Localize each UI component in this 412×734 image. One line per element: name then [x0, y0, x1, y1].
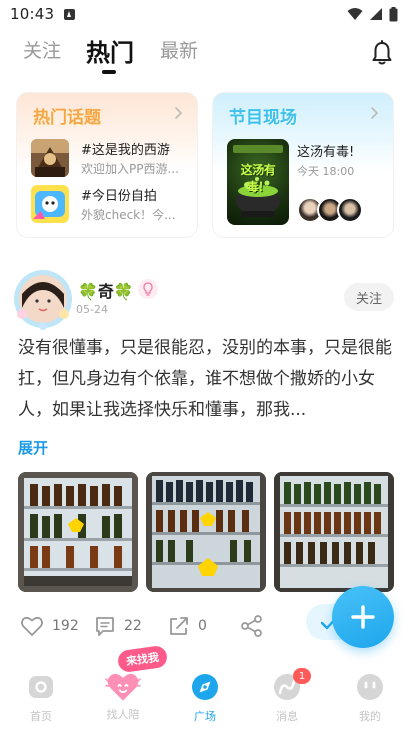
- share-icon: [241, 615, 262, 637]
- bottom-navigation: 首页 找人陪 广场 1 消息 我的: [0, 662, 412, 734]
- compass-icon: [192, 674, 218, 700]
- like-count: 192: [52, 618, 79, 634]
- repost-icon: [170, 617, 188, 635]
- tab-follow[interactable]: 关注: [23, 36, 61, 63]
- tab-latest[interactable]: 最新: [160, 36, 198, 63]
- nav-item-messages[interactable]: 1 消息: [255, 668, 319, 728]
- topic-title: #这是我的西游: [81, 143, 170, 158]
- show-poster[interactable]: 这汤有毒！: [227, 139, 289, 225]
- tab-hot[interactable]: 热门: [86, 33, 134, 68]
- show-time: 今天 18:00: [297, 165, 355, 178]
- expand-link[interactable]: 展开: [18, 437, 48, 458]
- chevron-right-icon: [175, 107, 182, 119]
- post-photo[interactable]: [274, 472, 394, 592]
- comment-icon: [96, 617, 114, 636]
- heart-icon: [21, 616, 43, 636]
- comment-count: 22: [124, 618, 142, 634]
- live-show-card[interactable]: 节目现场 这汤有毒！ 这汤有毒! 今天 18:00: [212, 92, 394, 238]
- repost-count: 0: [198, 618, 207, 634]
- nav-item-home[interactable]: 首页: [9, 672, 73, 728]
- author-avatar[interactable]: [12, 268, 74, 330]
- lightbulb-icon: [138, 279, 158, 299]
- active-tab-indicator: [102, 70, 116, 74]
- repost-button[interactable]: 0: [168, 614, 207, 638]
- plus-icon: [351, 605, 375, 629]
- top-tab-bar: 关注 热门 最新: [0, 30, 412, 78]
- profile-icon: [357, 674, 383, 700]
- show-poster-text: 这汤有毒！: [240, 163, 276, 194]
- home-icon: [29, 676, 53, 698]
- notification-icon: [64, 8, 76, 20]
- wifi-icon: [347, 8, 363, 20]
- hot-topics-title: 热门话题: [33, 108, 101, 128]
- status-icons: [347, 6, 398, 22]
- bell-icon[interactable]: [370, 40, 394, 66]
- nav-item-square[interactable]: 广场: [173, 672, 237, 728]
- avatar: [337, 197, 363, 223]
- signal-icon: [370, 8, 382, 20]
- status-time: 10:43: [10, 5, 55, 23]
- hot-topics-card[interactable]: 热门话题 #这是我的西游 欢迎加入PP西游... #今日份自拍 外貌check！…: [16, 92, 198, 238]
- nav-label: 消息: [276, 710, 298, 723]
- nav-item-profile[interactable]: 我的: [338, 672, 402, 728]
- post-photo[interactable]: [146, 472, 266, 592]
- topic-thumbnail: [31, 185, 69, 223]
- chevron-right-icon: [371, 107, 378, 119]
- topic-subtitle: 外貌check！今...: [81, 208, 176, 222]
- topic-subtitle: 欢迎加入PP西游...: [81, 162, 179, 176]
- share-button[interactable]: [240, 614, 264, 638]
- create-post-button[interactable]: [332, 586, 394, 648]
- post-photo[interactable]: [18, 472, 138, 592]
- nav-label: 找人陪: [106, 708, 140, 721]
- post-body: 没有很懂事，只是很能忍，没别的本事，只是很能扛，但凡身边有个依靠，谁不想做个撒娇…: [18, 338, 392, 420]
- like-button[interactable]: 192: [20, 614, 79, 638]
- author-name[interactable]: 🍀奇🍀: [78, 278, 134, 302]
- show-title: 这汤有毒!: [297, 145, 355, 160]
- comment-button[interactable]: 22: [94, 614, 142, 638]
- nav-item-find-companion[interactable]: 找人陪: [91, 672, 155, 728]
- follow-button[interactable]: 关注: [344, 283, 394, 311]
- status-bar: 10:43: [0, 0, 412, 28]
- nav-label: 首页: [30, 710, 52, 723]
- heart-face-icon: [105, 673, 141, 701]
- topic-item[interactable]: #这是我的西游 欢迎加入PP西游...: [31, 139, 191, 179]
- nav-label: 我的: [359, 710, 381, 723]
- participant-avatars: [297, 197, 367, 223]
- nav-label: 广场: [194, 710, 216, 723]
- live-show-title: 节目现场: [229, 108, 297, 128]
- battery-icon: [389, 6, 398, 21]
- topic-item[interactable]: #今日份自拍 外貌check！今...: [31, 185, 191, 225]
- topic-thumbnail: [31, 139, 69, 177]
- unread-badge: 1: [293, 668, 311, 684]
- topic-title: #今日份自拍: [81, 189, 157, 204]
- post-date: 05-24: [76, 303, 108, 316]
